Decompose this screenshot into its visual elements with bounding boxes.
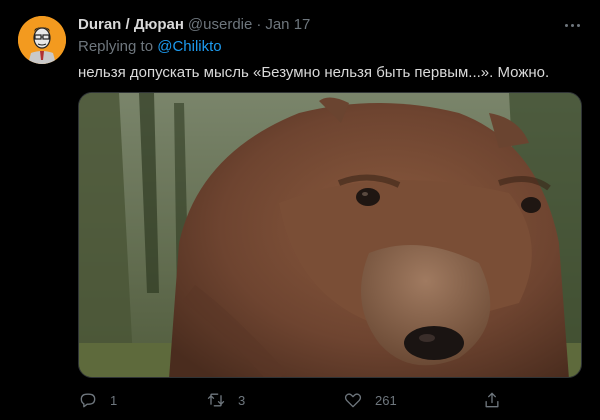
retweet-button[interactable]: 3 xyxy=(206,388,245,412)
tweet: Duran / Дюран @userdie · Jan 17 Replying… xyxy=(0,0,600,420)
share-icon xyxy=(485,392,499,408)
tweet-text: нельзя допускать мысль «Безумно нельзя б… xyxy=(78,64,550,81)
avatar[interactable] xyxy=(18,16,66,64)
replying-prefix: Replying to xyxy=(78,38,154,55)
author-name[interactable]: Duran / Дюран xyxy=(78,16,184,33)
retweet-icon xyxy=(207,393,225,407)
more-button[interactable] xyxy=(560,14,584,36)
separator: · xyxy=(256,15,262,33)
reply-button[interactable]: 1 xyxy=(78,388,117,412)
tweet-header: Duran / Дюран @userdie · Jan 17 xyxy=(78,14,310,34)
reply-icon xyxy=(80,393,96,408)
heart-icon xyxy=(344,393,362,408)
replying-to: Replying to @Chilikto xyxy=(78,38,222,55)
bear-photo xyxy=(79,93,581,377)
author-handle[interactable]: @userdie xyxy=(188,16,252,33)
like-button[interactable]: 261 xyxy=(343,388,397,412)
more-icon xyxy=(564,23,568,27)
tweet-image[interactable] xyxy=(78,92,582,378)
tweet-actions: 1 3 261 xyxy=(78,388,582,412)
avatar-icon xyxy=(18,16,66,64)
share-button[interactable] xyxy=(482,388,502,412)
timestamp[interactable]: Jan 17 xyxy=(265,16,310,33)
like-count: 261 xyxy=(375,392,397,408)
retweet-count: 3 xyxy=(238,392,246,408)
mention-link[interactable]: @Chilikto xyxy=(157,38,221,55)
reply-count: 1 xyxy=(110,392,118,408)
